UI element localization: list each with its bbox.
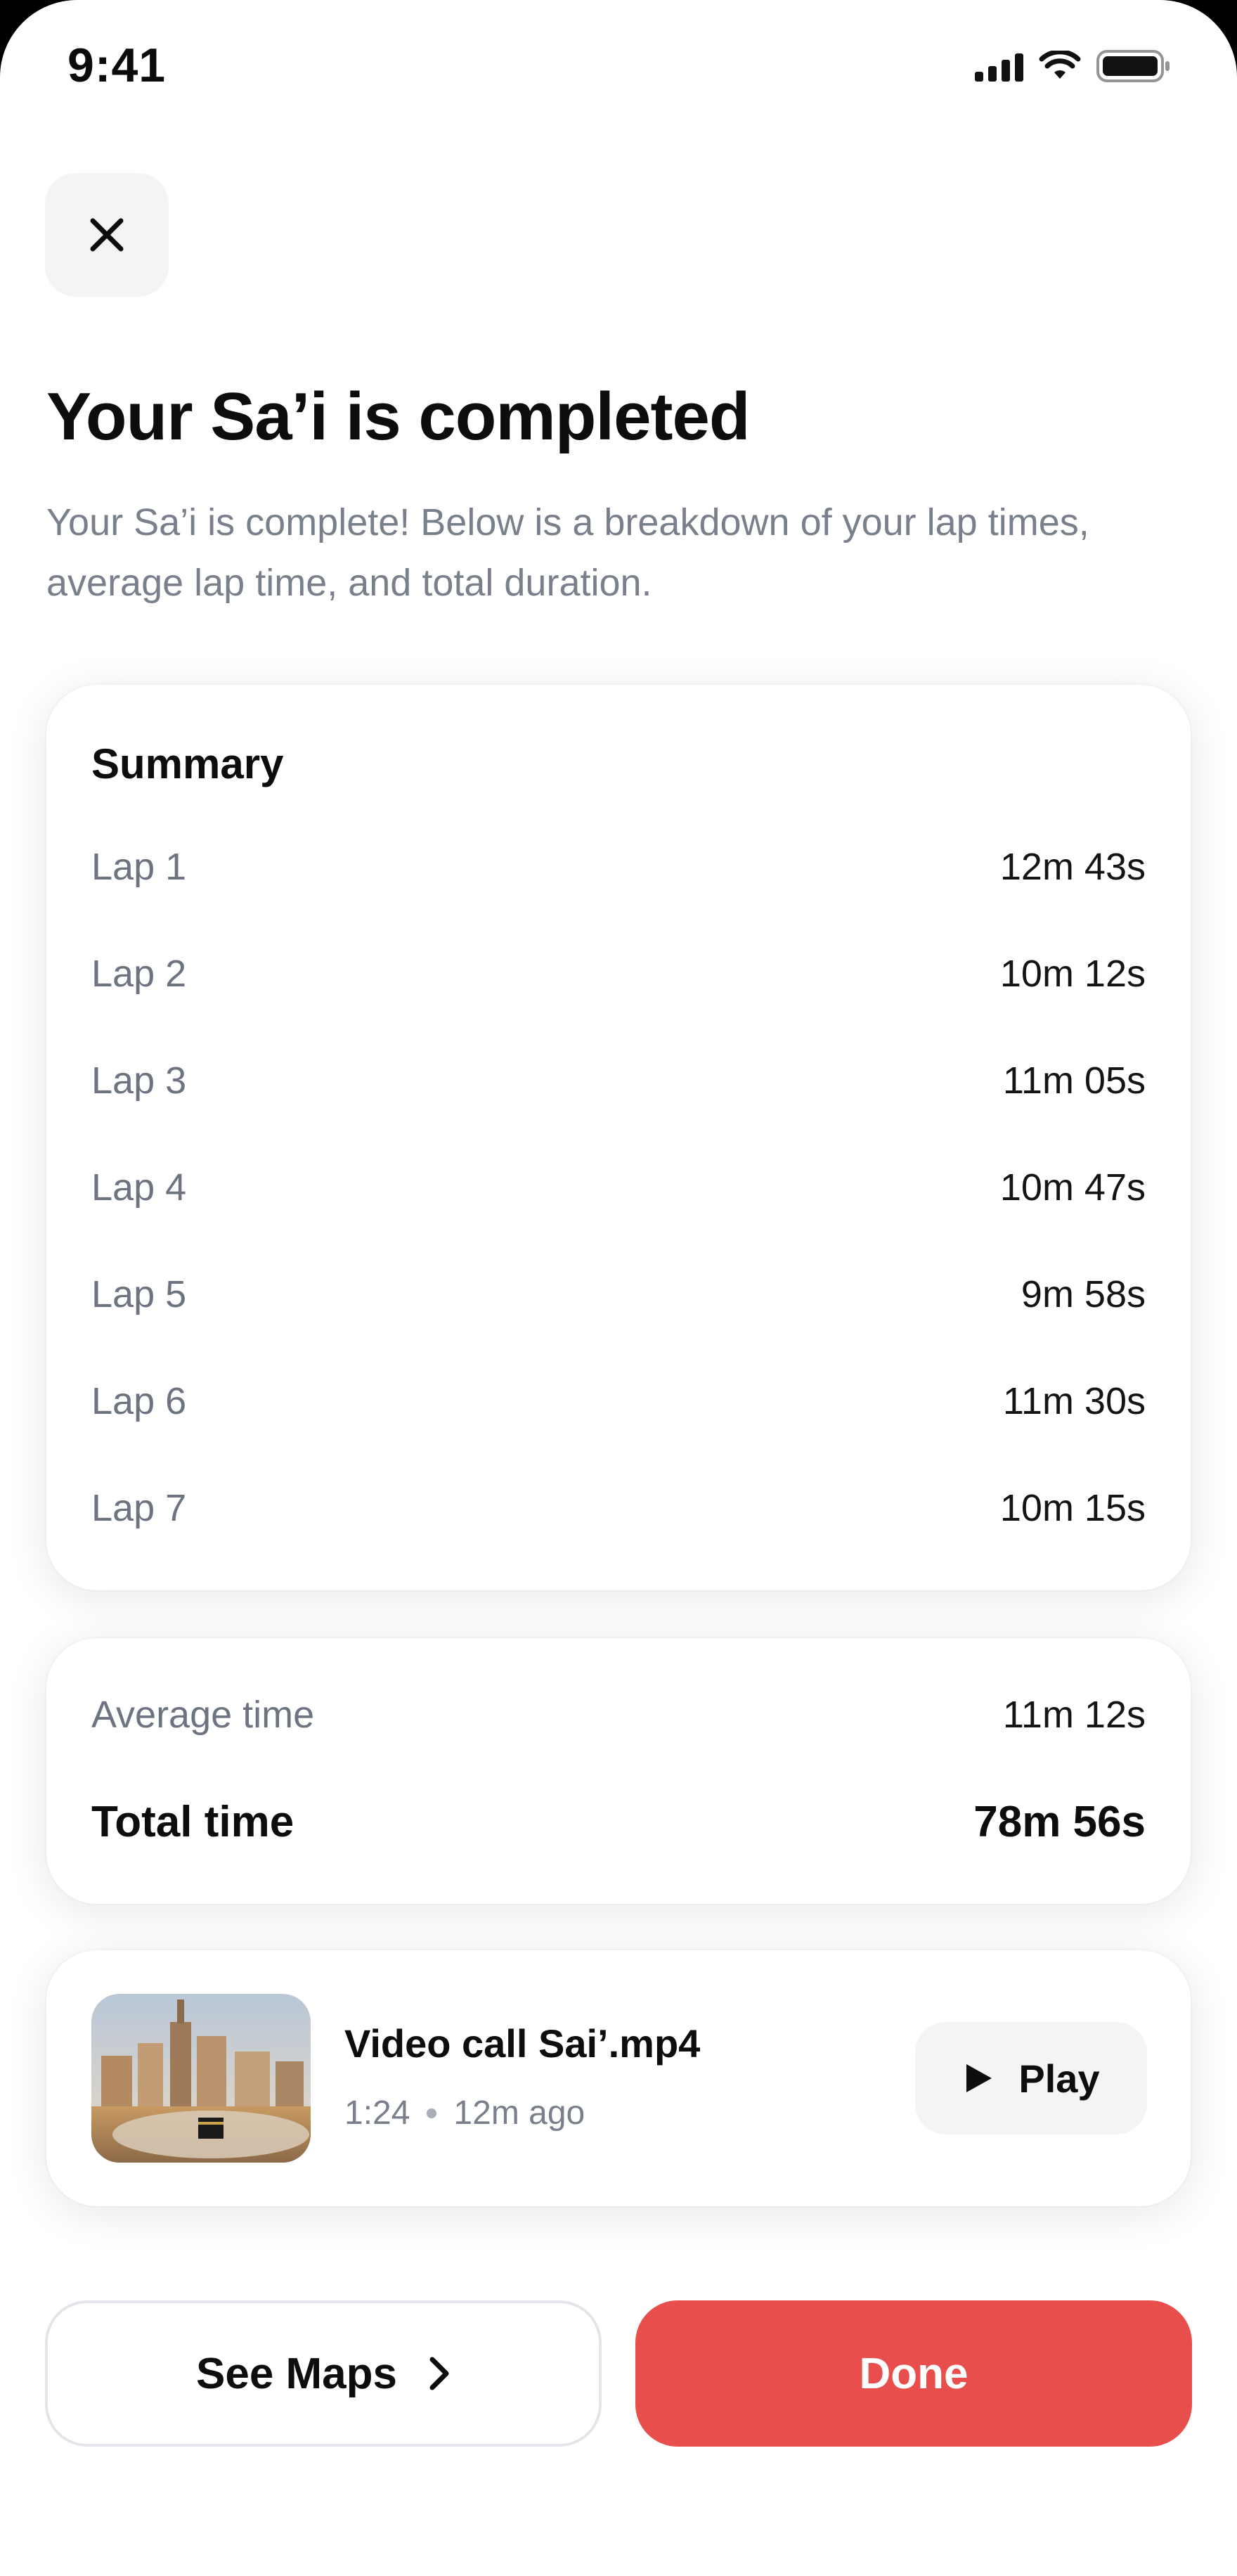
separator-dot [427,2108,437,2118]
lap-row: Lap 6 11m 30s [91,1379,1146,1486]
status-icons [975,49,1171,83]
wifi-icon [1039,51,1081,79]
page-title: Your Sa’i is completed [46,379,750,454]
kaaba-image [91,1994,311,2163]
chevron-right-icon [429,2357,449,2390]
average-time-label: Average time [91,1694,315,1736]
average-time-value: 11m 12s [1002,1694,1146,1736]
lap-value: 10m 12s [999,953,1146,995]
see-maps-label: See Maps [195,2349,398,2398]
see-maps-button[interactable]: See Maps [45,2300,602,2447]
video-meta: 1:24 12m ago [344,2094,585,2132]
video-card: Video call Sai’.mp4 1:24 12m ago Play [46,1950,1191,2206]
lap-label: Lap 6 [91,1380,187,1422]
lap-label: Lap 5 [91,1273,187,1315]
lap-row: Lap 3 11m 05s [91,1059,1146,1166]
lap-row: Lap 5 9m 58s [91,1273,1146,1379]
lap-value: 10m 15s [999,1487,1146,1529]
totals-card: Average time 11m 12s Total time 78m 56s [46,1638,1191,1904]
average-time-row: Average time 11m 12s [91,1693,1146,1737]
lap-label: Lap 1 [91,846,187,888]
total-time-value: 78m 56s [973,1798,1146,1846]
lap-value: 11m 05s [1002,1060,1146,1102]
total-time-label: Total time [91,1798,294,1846]
lap-label: Lap 3 [91,1060,187,1102]
video-duration: 1:24 [344,2094,410,2132]
lap-row: Lap 2 10m 12s [91,952,1146,1059]
video-name: Video call Sai’.mp4 [344,2021,701,2066]
lap-value: 12m 43s [999,846,1146,888]
lap-value: 10m 47s [999,1166,1146,1209]
lap-label: Lap 2 [91,953,187,995]
play-icon [966,2064,992,2092]
play-button[interactable]: Play [915,2022,1147,2134]
video-thumbnail[interactable] [91,1994,311,2163]
battery-icon [1096,50,1170,82]
close-icon [90,218,124,252]
lap-list: Lap 1 12m 43s Lap 2 10m 12s Lap 3 11m 05… [91,845,1146,1593]
video-ago: 12m ago [453,2094,585,2132]
lap-label: Lap 4 [91,1166,187,1209]
close-button[interactable] [45,173,169,297]
lap-row: Lap 4 10m 47s [91,1166,1146,1273]
done-label: Done [859,2349,969,2398]
app-screen: 9:41 Your Sa’i is completed Your Sa’i is… [0,0,1237,2576]
signal-icon [975,51,1023,82]
status-time: 9:41 [67,39,167,92]
page-subtitle: Your Sa’i is complete! Below is a breakd… [46,501,1089,604]
play-label: Play [1018,2056,1100,2101]
lap-row: Lap 7 10m 15s [91,1486,1146,1593]
done-button[interactable]: Done [635,2300,1192,2447]
summary-title: Summary [91,740,284,787]
total-time-row: Total time 78m 56s [91,1797,1146,1847]
lap-label: Lap 7 [91,1487,187,1529]
lap-row: Lap 1 12m 43s [91,845,1146,952]
summary-card: Summary Lap 1 12m 43s Lap 2 10m 12s Lap … [46,685,1191,1590]
lap-value: 9m 58s [1021,1273,1146,1315]
lap-value: 11m 30s [1002,1380,1146,1422]
